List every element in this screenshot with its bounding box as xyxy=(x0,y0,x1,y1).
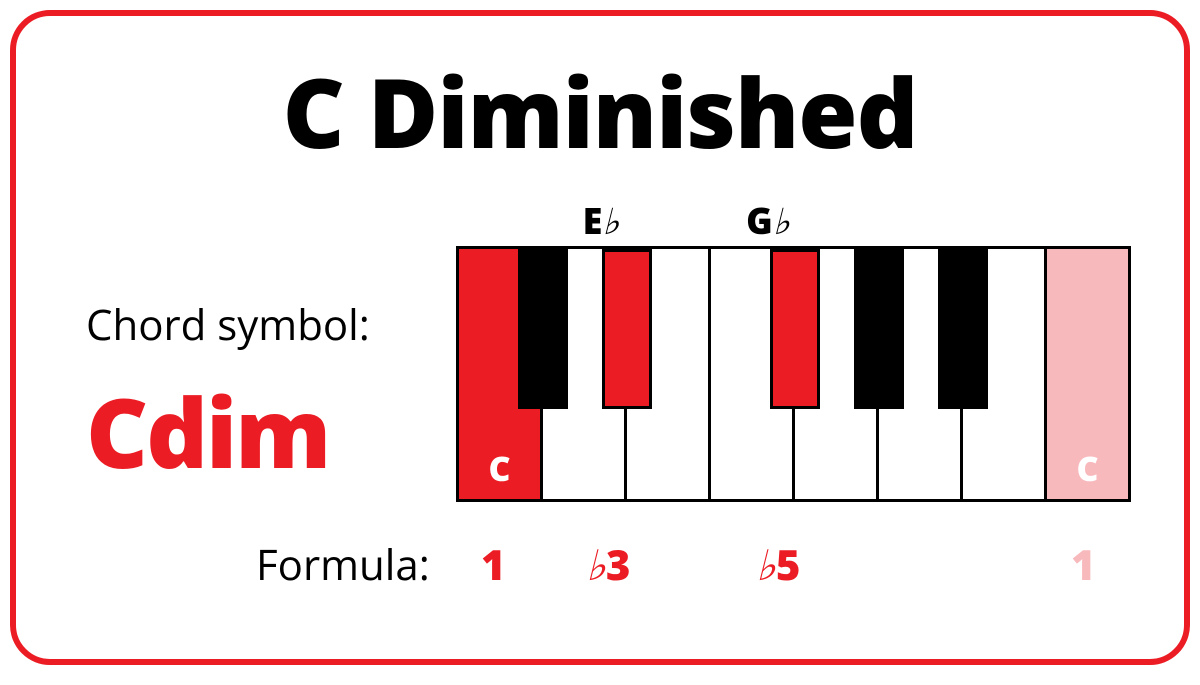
flat-icon: ♭ xyxy=(756,544,776,590)
white-key-c-octave-label: C xyxy=(1047,445,1128,491)
flat-icon: ♭ xyxy=(773,202,790,242)
black-key-eb xyxy=(602,249,652,409)
formula-label: Formula: xyxy=(256,536,430,593)
label-eb-letter: E xyxy=(583,196,603,245)
black-key-bb xyxy=(938,249,988,409)
chord-symbol: Cdim xyxy=(86,366,329,497)
black-key-ab xyxy=(854,249,904,409)
label-gb-letter: G xyxy=(746,196,773,245)
formula-root: 1 xyxy=(481,536,506,593)
label-gb: G♭ xyxy=(728,196,808,245)
formula-flat5: ♭5 xyxy=(756,536,800,593)
chord-title: C Diminished xyxy=(16,46,1184,177)
formula-row: Formula: 1 ♭3 ♭5 1 xyxy=(256,536,1156,596)
label-eb: E♭ xyxy=(561,196,641,245)
white-key-c-label: C xyxy=(459,445,540,491)
flat-icon: ♭ xyxy=(602,202,619,242)
white-key-c-octave: C xyxy=(1047,249,1131,499)
formula-flat5-num: 5 xyxy=(776,536,801,593)
flat-icon: ♭ xyxy=(586,544,606,590)
formula-flat3: ♭3 xyxy=(586,536,630,593)
formula-flat3-num: 3 xyxy=(606,536,631,593)
formula-octave: 1 xyxy=(1071,536,1096,593)
chord-symbol-label: Chord symbol: xyxy=(86,296,370,353)
black-key-db xyxy=(518,249,568,409)
piano-keyboard: C C xyxy=(456,246,1131,502)
black-key-gb xyxy=(770,249,820,409)
black-key-labels: E♭ G♭ xyxy=(456,196,1128,236)
chord-card: C Diminished Chord symbol: Cdim E♭ G♭ C … xyxy=(10,10,1190,665)
